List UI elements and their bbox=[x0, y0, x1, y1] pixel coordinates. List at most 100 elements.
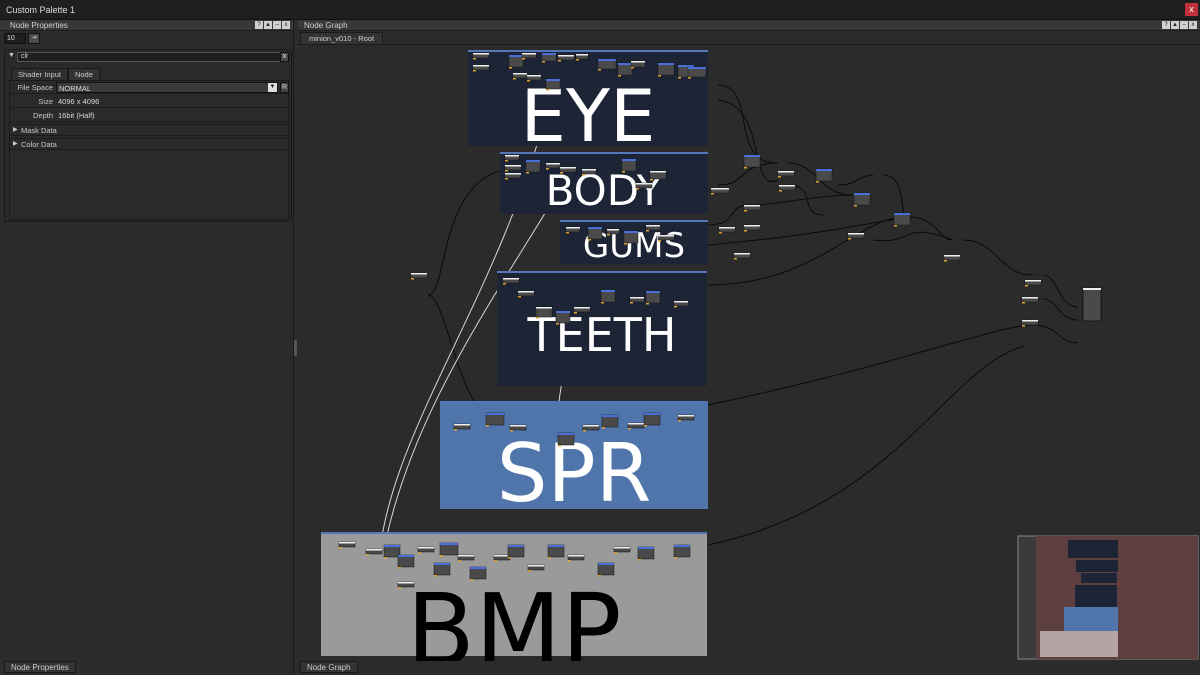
help-button[interactable]: ? bbox=[1162, 21, 1170, 29]
node-port bbox=[711, 193, 714, 195]
file-space-row: File Space NORMAL ▼ R bbox=[10, 82, 289, 94]
node-header-strip bbox=[522, 53, 536, 55]
section-label: Mask Data bbox=[21, 126, 57, 135]
node-header-strip bbox=[583, 425, 599, 427]
minimize-button[interactable]: – bbox=[273, 21, 281, 29]
float-button[interactable]: ▲ bbox=[264, 21, 272, 29]
file-space-label: File Space bbox=[17, 83, 53, 92]
node-port bbox=[473, 70, 476, 72]
graph-tab-root[interactable]: minion_v010 - Root bbox=[300, 32, 384, 44]
node-port bbox=[568, 560, 571, 562]
node-port bbox=[614, 552, 617, 554]
node-header-strip bbox=[508, 545, 524, 547]
node-header-strip bbox=[566, 227, 580, 229]
node-port bbox=[658, 240, 661, 242]
node-name-field[interactable]: clr bbox=[17, 52, 281, 62]
node-graph-svg[interactable]: EYEBODYGUMSTEETHSPRBMP bbox=[298, 45, 1200, 661]
node-port bbox=[658, 75, 661, 77]
max-nodes-input[interactable]: 10 bbox=[4, 33, 26, 44]
node-header-strip bbox=[779, 185, 795, 187]
navigator-backdrop-thumb bbox=[1064, 607, 1118, 631]
node-header-strip bbox=[505, 155, 519, 157]
node-port bbox=[598, 575, 601, 577]
node-header-strip bbox=[470, 567, 486, 569]
section-mask-data[interactable]: ▶ Mask Data bbox=[10, 124, 288, 136]
node-header-strip bbox=[558, 55, 574, 57]
backdrop-label: EYE bbox=[521, 74, 656, 158]
connection-wire bbox=[707, 216, 909, 286]
node-port bbox=[583, 430, 586, 432]
node-port bbox=[486, 425, 489, 427]
panel-splitter-handle[interactable] bbox=[294, 340, 297, 356]
node-port bbox=[503, 283, 506, 285]
node-header-strip bbox=[744, 155, 760, 157]
node-port bbox=[366, 554, 369, 556]
node-graph-canvas[interactable]: EYE BODY GUMS TEETH SPR BMP bbox=[298, 44, 1200, 661]
node-port bbox=[894, 225, 897, 227]
help-button[interactable]: ? bbox=[255, 21, 263, 29]
node-port bbox=[528, 570, 531, 572]
node-port bbox=[848, 238, 851, 240]
node-port bbox=[588, 239, 591, 241]
close-panel-button[interactable]: x bbox=[1189, 21, 1197, 29]
node-port bbox=[630, 302, 633, 304]
node-header-strip bbox=[744, 205, 760, 207]
node-header-strip bbox=[503, 278, 519, 280]
backdrop-top-strip bbox=[468, 50, 708, 52]
node-port bbox=[646, 303, 649, 305]
node-header-strip bbox=[607, 229, 619, 231]
window-close-button[interactable]: x bbox=[1185, 3, 1198, 16]
close-panel-button[interactable]: x bbox=[282, 21, 290, 29]
size-label: Size bbox=[38, 97, 53, 106]
node-port bbox=[688, 77, 691, 79]
node-graph-bottom-tab[interactable]: Node Graph bbox=[300, 661, 358, 673]
count-row: 10 ⇥ bbox=[4, 33, 40, 44]
node-header-strip bbox=[894, 213, 910, 215]
node-header-strip bbox=[505, 165, 521, 167]
node-header-strip bbox=[678, 65, 694, 67]
node-properties-bottom-tab[interactable]: Node Properties bbox=[4, 661, 76, 673]
size-value: 4096 x 4096 bbox=[58, 97, 100, 106]
node-header-strip bbox=[473, 53, 489, 55]
minimize-button[interactable]: – bbox=[1180, 21, 1188, 29]
node-header-strip bbox=[638, 547, 654, 549]
node-header-strip bbox=[513, 73, 527, 75]
node-port bbox=[622, 171, 625, 173]
node-port bbox=[418, 552, 421, 554]
node-header-strip bbox=[339, 542, 355, 544]
node-header-strip bbox=[1022, 320, 1038, 322]
collapse-triangle-icon[interactable]: ▼ bbox=[8, 52, 15, 59]
node-port bbox=[678, 77, 681, 79]
remove-node-button[interactable]: x bbox=[280, 52, 289, 62]
max-nodes-button[interactable]: ⇥ bbox=[28, 33, 40, 44]
node-header-strip bbox=[576, 54, 588, 56]
section-color-data[interactable]: ▶ Color Data bbox=[10, 138, 288, 150]
node-header-strip bbox=[734, 253, 750, 255]
window-title: Custom Palette 1 bbox=[6, 5, 76, 15]
node-port bbox=[674, 557, 677, 559]
node-port bbox=[1022, 325, 1025, 327]
node-header-strip bbox=[486, 413, 504, 415]
panel-header: Node Graph ? ▲ – x bbox=[298, 20, 1200, 31]
float-button[interactable]: ▲ bbox=[1171, 21, 1179, 29]
node-graph-panel: Node Graph ? ▲ – x minion_v010 - Root EY… bbox=[298, 20, 1200, 675]
node-header-strip bbox=[598, 563, 614, 565]
node-port bbox=[548, 557, 551, 559]
file-space-reset-button[interactable]: R bbox=[280, 82, 289, 93]
material-output-node[interactable] bbox=[1082, 287, 1102, 322]
chevron-down-icon[interactable]: ▼ bbox=[268, 83, 277, 92]
node-header-strip bbox=[598, 59, 616, 61]
node-port bbox=[339, 547, 342, 549]
connection-wire bbox=[907, 216, 954, 241]
backdrop-top-strip bbox=[500, 152, 708, 154]
node-port bbox=[505, 170, 508, 172]
section-label: Color Data bbox=[21, 140, 57, 149]
tab-shader-input[interactable]: Shader Input bbox=[11, 68, 68, 80]
file-space-dropdown[interactable]: NORMAL ▼ bbox=[56, 82, 278, 93]
tab-node[interactable]: Node bbox=[67, 68, 100, 80]
node-port bbox=[526, 172, 529, 174]
node-header-strip bbox=[588, 227, 602, 229]
node-port bbox=[556, 323, 559, 325]
node-header-strip bbox=[678, 415, 694, 417]
node-header-strip bbox=[644, 413, 660, 415]
